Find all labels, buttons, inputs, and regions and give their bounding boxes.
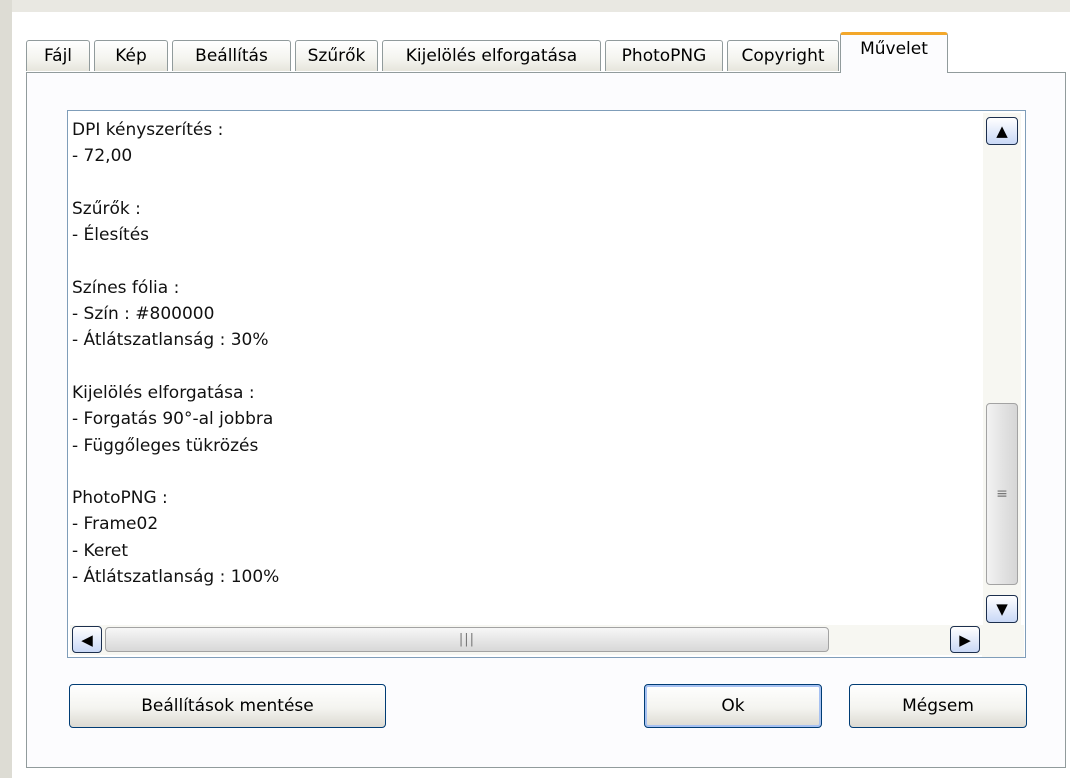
tab-photopng[interactable]: PhotoPNG [605,40,723,71]
tab-kep[interactable]: Kép [94,40,168,71]
scroll-left-button[interactable]: ◀ [72,626,102,653]
tab-copyright[interactable]: Copyright [727,40,839,71]
summary-line: Szűrők : [72,198,141,219]
tab-beallitas[interactable]: Beállítás [172,40,291,71]
scroll-down-button[interactable]: ▼ [986,595,1018,623]
summary-line: Kijelölés elforgatása : [72,382,255,403]
grip-icon: ≡ [996,486,1008,502]
summary-line: - Szín : #800000 [72,304,215,325]
scrollbar-corner [982,625,1024,657]
summary-line: PhotoPNG : [72,488,168,509]
scroll-up-button[interactable]: ▲ [986,117,1018,145]
summary-line: DPI kényszerítés : [72,120,224,140]
summary-line: - Élesítés [72,225,150,246]
grip-icon: ||| [458,632,476,647]
summary-line: - Átlátszatlanság : 100% [72,567,280,588]
chevron-right-icon: ▶ [959,630,971,649]
window-top-border [0,0,1070,12]
vertical-scroll-thumb[interactable]: ≡ [986,403,1018,585]
tab-muvelet[interactable]: Művelet [840,32,948,73]
summary-blank-line [72,354,972,380]
chevron-down-icon: ▼ [996,600,1008,618]
operations-summary-box[interactable]: DPI kényszerítés : - 72,00 Szűrők : - Élesí… [67,110,1026,658]
horizontal-scrollbar[interactable]: ◀ ||| ▶ [70,625,982,655]
summary-line: - Forgatás 90°-al jobbra [72,409,274,430]
chevron-left-icon: ◀ [81,630,93,649]
summary-line: - Átlátszatlanság : 30% [72,330,269,351]
summary-line: - Keret [72,540,129,561]
summary-blank-line [72,170,972,196]
save-settings-button[interactable]: Beállítások mentése [69,684,386,728]
ok-button[interactable]: Ok [644,684,822,728]
window-left-border [0,0,12,778]
tab-fajl[interactable]: Fájl [26,40,90,71]
tab-kijeloles-elforgatasa[interactable]: Kijelölés elforgatása [382,40,601,71]
summary-line: - 72,00 [72,146,133,167]
cancel-button[interactable]: Mégsem [849,684,1027,728]
vertical-scrollbar[interactable]: ▲ ≡ ▼ [983,113,1021,625]
summary-line: - Függőleges tükrözés [72,435,259,456]
horizontal-scroll-thumb[interactable]: ||| [105,627,829,652]
operations-summary-text: DPI kényszerítés : - 72,00 Szűrők : - Élesí… [72,117,972,603]
summary-line: - Frame02 [72,514,159,535]
summary-blank-line [72,248,972,274]
tab-szurok[interactable]: Szűrők [295,40,378,71]
summary-blank-line [72,459,972,485]
scroll-right-button[interactable]: ▶ [950,626,980,653]
chevron-up-icon: ▲ [996,122,1008,140]
summary-line: Színes fólia : [72,277,180,298]
